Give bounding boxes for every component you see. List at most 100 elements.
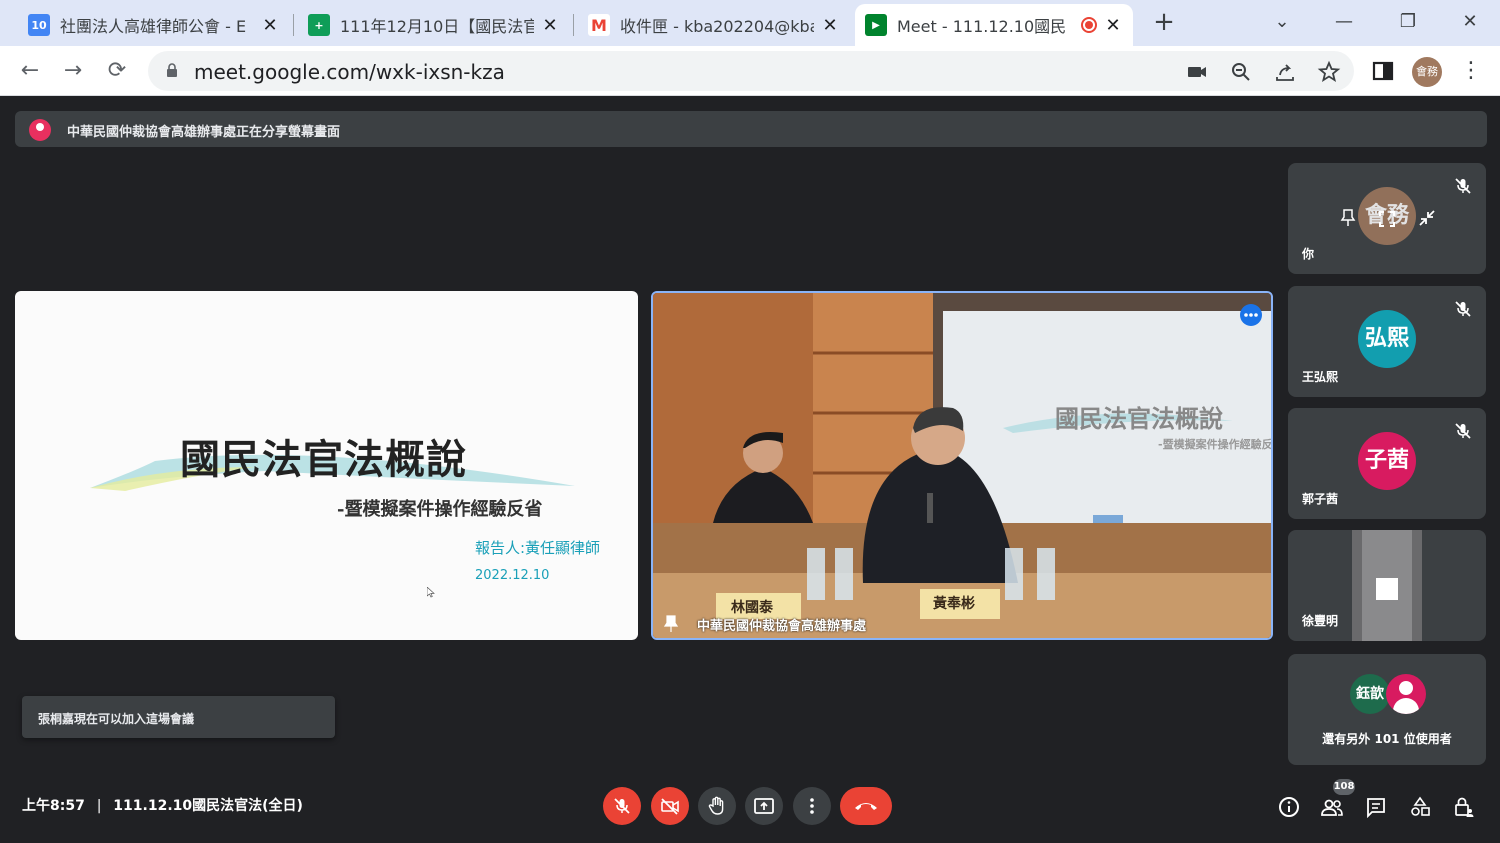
meeting-title: 111.12.10國民法官法(全日) <box>113 798 303 814</box>
avatar: 弘熙 <box>1358 310 1416 368</box>
slide-subtitle: -暨模擬案件操作經驗反省 <box>337 499 543 520</box>
sheets-icon: + <box>308 14 330 36</box>
close-window-button[interactable]: ✕ <box>1450 8 1490 36</box>
meet-icon: ▶ <box>865 14 887 36</box>
chat-button[interactable] <box>1363 794 1389 820</box>
people-icon <box>1321 799 1343 816</box>
more-options-button[interactable] <box>793 787 831 825</box>
tab-title: 社團法人高雄律師公會 - E <box>60 17 247 36</box>
tab-bar-association[interactable]: 10 社團法人高雄律師公會 - E ✕ <box>18 4 290 46</box>
close-tab-icon[interactable]: ✕ <box>1103 15 1123 36</box>
close-tab-icon[interactable]: ✕ <box>540 15 560 36</box>
lock-icon <box>167 63 177 77</box>
notification-text: 張桐嘉現在可以加入這場會議 <box>38 712 195 726</box>
zoom-out-icon[interactable] <box>1228 59 1254 85</box>
screen-subtitle-text: -暨模擬案件操作經驗反 <box>1158 438 1273 451</box>
video-participant-name: 中華民國仲裁協會高雄辦事處 <box>697 619 867 634</box>
slide-reporter: 報告人:黃任顯律師 <box>475 539 601 557</box>
camera-toggle-button[interactable] <box>651 787 689 825</box>
reload-button[interactable]: ⟳ <box>102 56 132 86</box>
camera-off-icon <box>661 798 679 815</box>
presentation-tile[interactable]: 國民法官法概說 -暨模擬案件操作經驗反省 報告人:黃任顯律師 2022.12.1… <box>15 291 638 640</box>
side-panel-icon[interactable] <box>1368 56 1398 86</box>
presenting-banner: 中華民國仲裁協會高雄辦事處正在分享螢幕畫面 <box>15 111 1487 147</box>
presenter-avatar <box>29 119 51 141</box>
avatar-default <box>1386 674 1426 714</box>
nameplate-right: 黃奉彬 <box>933 596 975 612</box>
close-tab-icon[interactable]: ✕ <box>820 15 840 36</box>
chat-icon <box>1367 798 1385 818</box>
camera-icon[interactable] <box>1184 59 1210 85</box>
tab-sheet[interactable]: + 111年12月10日【國民法官 ✕ <box>298 4 570 46</box>
mic-off-icon <box>1455 178 1471 194</box>
banner-text: 中華民國仲裁協會高雄辦事處正在分享螢幕畫面 <box>67 125 341 140</box>
forward-button[interactable]: → <box>58 56 88 86</box>
tab-search-icon[interactable]: ⌄ <box>1262 8 1302 36</box>
share-icon[interactable] <box>1272 59 1298 85</box>
mouse-cursor-icon <box>427 587 435 598</box>
mic-off-icon <box>1455 301 1471 317</box>
menu-icon[interactable]: ⋮ <box>1456 56 1486 86</box>
tab-gmail[interactable]: M 收件匣 - kba202204@kba ✕ <box>578 4 850 46</box>
clock: 上午8:57 <box>22 798 85 814</box>
calendar-icon: 10 <box>28 14 50 36</box>
present-screen-button[interactable] <box>745 787 783 825</box>
video-frame <box>653 293 1271 638</box>
fullscreen-icon[interactable] <box>1378 210 1396 228</box>
slide-date: 2022.12.10 <box>475 568 550 583</box>
raise-hand-button[interactable] <box>698 787 736 825</box>
mic-toggle-button[interactable] <box>603 787 641 825</box>
participant-name: 徐豐明 <box>1302 614 1339 628</box>
activities-button[interactable] <box>1407 794 1433 820</box>
close-tab-icon[interactable]: ✕ <box>260 15 280 36</box>
meeting-details-button[interactable] <box>1276 794 1302 820</box>
host-controls-button[interactable] <box>1451 794 1477 820</box>
people-button[interactable] <box>1319 794 1345 820</box>
mic-off-icon <box>614 798 630 814</box>
restore-button[interactable]: ❐ <box>1388 8 1428 36</box>
participant-count-badge: 108 <box>1333 779 1355 795</box>
minimize-button[interactable]: — <box>1324 8 1364 36</box>
more-participants-label: 還有另外 101 位使用者 <box>1322 732 1452 746</box>
participant-tile[interactable]: 弘熙 王弘熙 <box>1288 286 1486 397</box>
mic-off-icon <box>1455 423 1471 439</box>
tab-meet[interactable]: ▶ Meet - 111.12.10國民 ✕ <box>855 4 1133 46</box>
tab-title: 收件匣 - kba202204@kba <box>620 17 814 36</box>
participant-name: 你 <box>1302 247 1315 261</box>
hand-icon <box>708 796 724 815</box>
info-icon <box>1279 797 1299 817</box>
participant-tile[interactable]: 子茜 郭子茜 <box>1288 408 1486 519</box>
tab-title: Meet - 111.12.10國民 <box>897 17 1067 36</box>
activities-icon <box>1411 796 1430 816</box>
browser-tab-bar: 10 社團法人高雄律師公會 - E ✕ + 111年12月10日【國民法官 ✕ … <box>0 0 1500 46</box>
slide-title: 國民法官法概說 <box>180 436 467 483</box>
address-bar[interactable]: meet.google.com/wxk-ixsn-kza <box>148 51 1354 91</box>
back-button[interactable]: ← <box>15 56 45 86</box>
avatar: 鈺歆 <box>1350 674 1390 714</box>
participant-video <box>1352 530 1422 641</box>
participant-name: 郭子茜 <box>1302 492 1339 506</box>
participant-tile[interactable]: 徐豐明 <box>1288 530 1486 641</box>
url-text: meet.google.com/wxk-ixsn-kza <box>194 60 505 84</box>
present-icon <box>754 798 774 814</box>
pin-icon[interactable] <box>663 615 679 633</box>
profile-avatar[interactable]: 會務 <box>1412 57 1442 87</box>
star-icon[interactable] <box>1316 59 1342 85</box>
minimize-tile-icon[interactable] <box>1418 209 1436 227</box>
tab-title: 111年12月10日【國民法官 <box>340 17 534 36</box>
nameplate-left: 林國泰 <box>731 600 773 616</box>
browser-toolbar: ← → ⟳ meet.google.com/wxk-ixsn-kza ⋮ <box>0 46 1500 96</box>
participant-name: 王弘熙 <box>1302 370 1339 384</box>
more-participants-tile[interactable]: 鈺歆 還有另外 101 位使用者 <box>1288 654 1486 765</box>
more-vert-icon <box>810 798 814 814</box>
new-tab-button[interactable]: + <box>1150 8 1178 36</box>
speaker-video-tile[interactable]: 國民法官法概說 -暨模擬案件操作經驗反 林國泰 黃奉彬 中華民國仲裁協會高雄辦事… <box>651 291 1273 640</box>
leave-call-button[interactable] <box>840 787 892 825</box>
separator: | <box>96 798 102 814</box>
participant-tile-self[interactable]: 會務 你 <box>1288 163 1486 274</box>
more-options-icon[interactable] <box>1239 303 1263 327</box>
gmail-icon: M <box>588 14 610 36</box>
recording-icon <box>1081 17 1097 33</box>
screen-title-text: 國民法官法概說 <box>1055 404 1223 433</box>
pin-icon[interactable] <box>1340 209 1356 227</box>
